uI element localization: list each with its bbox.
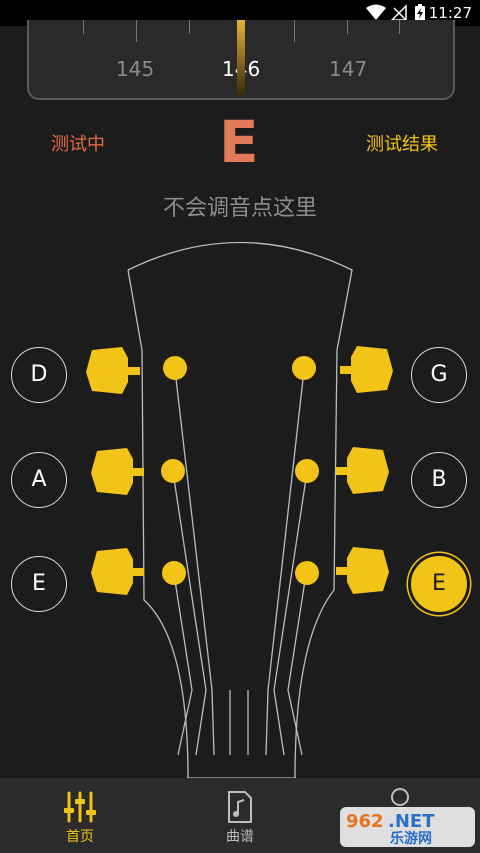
tuner-key-low-e[interactable] xyxy=(91,548,144,595)
guitar-headstock xyxy=(86,241,393,779)
tuner-key-a[interactable] xyxy=(91,448,144,495)
string-button-high-e[interactable]: E xyxy=(411,556,467,612)
string-button-d[interactable]: D xyxy=(11,347,67,403)
tuner-sliders-icon xyxy=(64,791,96,823)
svg-text:962: 962 xyxy=(346,811,384,832)
tuning-peg-post-a xyxy=(161,459,185,483)
svg-text:乐游网: 乐游网 xyxy=(390,830,432,847)
tuning-peg-post-high-e xyxy=(295,561,319,585)
tuning-peg-post-b xyxy=(295,459,319,483)
tuner-key-d[interactable] xyxy=(86,347,140,394)
tuning-peg-post-d xyxy=(163,356,187,380)
tuning-peg-post-g xyxy=(292,356,316,380)
tab-sheet-music-label: 曲谱 xyxy=(226,829,254,845)
tab-sheet-music[interactable]: 曲谱 xyxy=(195,778,285,853)
tuner-key-g[interactable] xyxy=(340,346,393,393)
tuner-key-b[interactable] xyxy=(336,447,389,494)
tab-home-label: 首页 xyxy=(66,829,94,845)
tab-home[interactable]: 首页 xyxy=(35,778,125,853)
tuning-peg-post-low-e xyxy=(162,561,186,585)
tuner-key-high-e[interactable] xyxy=(336,547,389,594)
svg-text:.NET: .NET xyxy=(388,811,435,832)
string-button-low-e[interactable]: E xyxy=(11,556,67,612)
string-button-g[interactable]: G xyxy=(411,347,467,403)
watermark-logo: 962 .NET 乐游网 xyxy=(340,807,475,847)
string-button-a[interactable]: A xyxy=(11,452,67,508)
music-sheet-icon xyxy=(228,791,252,823)
string-button-b[interactable]: B xyxy=(411,452,467,508)
